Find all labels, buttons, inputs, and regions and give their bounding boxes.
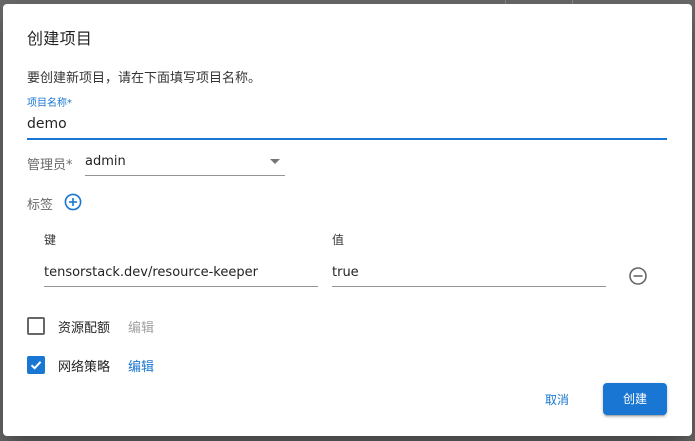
admin-select[interactable]: admin <box>85 149 285 176</box>
admin-label: 管理员* <box>27 154 73 173</box>
tag-value-header: 值 <box>332 233 345 247</box>
required-mark: * <box>67 98 72 109</box>
project-name-input[interactable]: demo <box>27 116 67 132</box>
remove-circle-outline-icon <box>629 267 647 285</box>
resource-quota-label: 资源配额 <box>58 321 111 336</box>
resource-quota-edit-link: 编辑 <box>128 321 155 336</box>
add-tag-button[interactable] <box>64 193 82 211</box>
tag-key-input[interactable]: tensorstack.dev/resource-keeper <box>44 264 318 287</box>
project-name-label-text: 项目名称 <box>27 98 67 109</box>
cancel-button[interactable]: 取消 <box>533 385 581 415</box>
required-mark: * <box>66 158 73 173</box>
network-policy-checkbox[interactable] <box>27 356 45 374</box>
project-name-underline <box>27 138 667 140</box>
resource-quota-checkbox[interactable] <box>27 317 45 335</box>
network-policy-label: 网络策略 <box>58 360 111 375</box>
create-button[interactable]: 创建 <box>603 383 667 415</box>
check-icon <box>30 361 42 370</box>
admin-label-text: 管理员 <box>27 158 67 173</box>
arrow-drop-down-icon <box>270 159 280 164</box>
project-name-label: 项目名称* <box>27 94 72 109</box>
tag-value-input[interactable]: true <box>332 264 606 287</box>
dialog-title: 创建项目 <box>27 29 93 48</box>
tag-key-header: 键 <box>44 233 57 247</box>
network-policy-edit-link[interactable]: 编辑 <box>128 356 154 375</box>
remove-tag-button[interactable] <box>628 266 648 286</box>
add-circle-outline-icon <box>64 193 82 211</box>
admin-select-value: admin <box>85 154 126 169</box>
dialog-intro-text: 要创建新项目，请在下面填写项目名称。 <box>27 71 262 86</box>
create-project-dialog: 创建项目 要创建新项目，请在下面填写项目名称。 项目名称* demo 管理员* … <box>3 4 692 436</box>
tags-label: 标签 <box>27 198 54 213</box>
